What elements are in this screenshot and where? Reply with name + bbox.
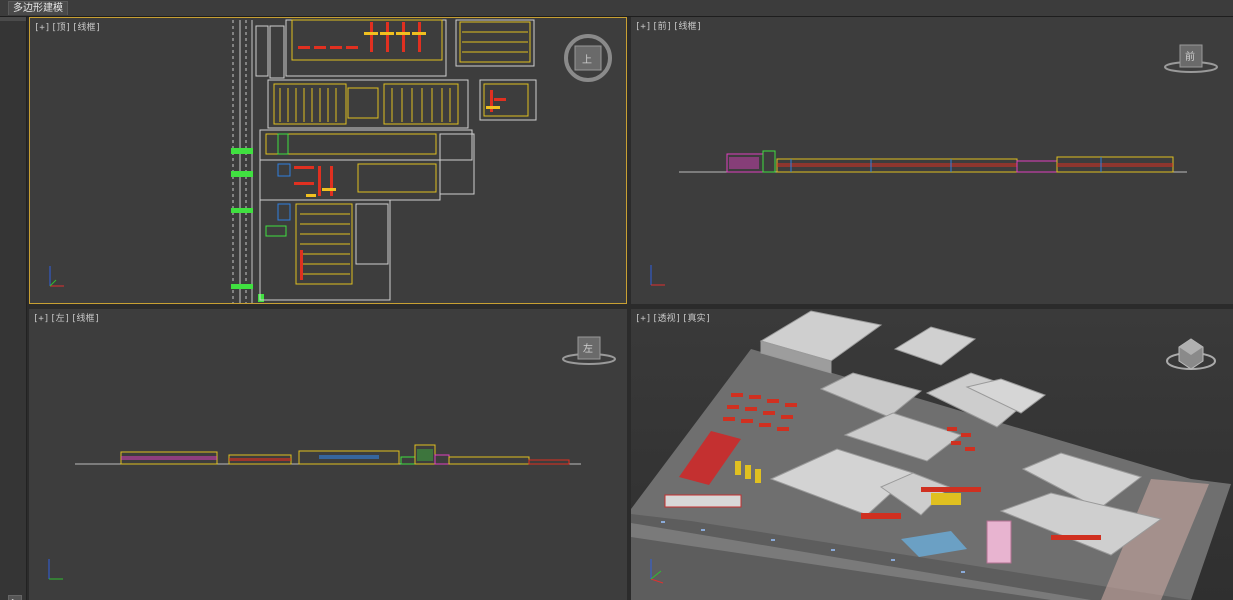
axis-tripod-icon — [49, 266, 64, 287]
ribbon-tab-polygon-modeling[interactable]: 多边形建模 — [8, 1, 68, 15]
viewcube-icon[interactable]: 前 — [1164, 44, 1218, 73]
svg-text:左: 左 — [583, 342, 593, 355]
axis-tripod-icon — [650, 265, 665, 286]
front-view-wireframe: 前 — [650, 44, 1218, 286]
viewcube-icon[interactable]: 左 — [562, 336, 616, 365]
top-view-wireframe: 上 — [49, 19, 612, 303]
viewport-left[interactable]: [+][左][线框] 左 — [29, 309, 627, 600]
svg-text:前: 前 — [1185, 50, 1195, 63]
viewport-top[interactable]: [+][顶][线框] 上 — [29, 17, 627, 304]
axis-tripod-icon — [48, 559, 63, 580]
max-application: 多边形建模 ▶ [+][顶][线框] — [0, 0, 1233, 600]
svg-text:上: 上 — [582, 54, 592, 66]
viewcube-icon[interactable] — [1166, 338, 1216, 370]
viewcube-icon[interactable]: 上 — [564, 34, 612, 82]
toolbar-notch — [0, 17, 26, 21]
perspective-view-render — [631, 310, 1231, 600]
left-toolbar-strip: ▶ — [0, 17, 27, 600]
ribbon-bar: 多边形建模 — [0, 0, 1233, 17]
viewport-perspective[interactable]: [+][透视][真实] — [631, 309, 1233, 600]
left-view-wireframe: 左 — [48, 336, 616, 580]
viewport-front[interactable]: [+][前][线框] 前 — [631, 17, 1233, 304]
play-icon[interactable]: ▶ — [8, 595, 22, 600]
